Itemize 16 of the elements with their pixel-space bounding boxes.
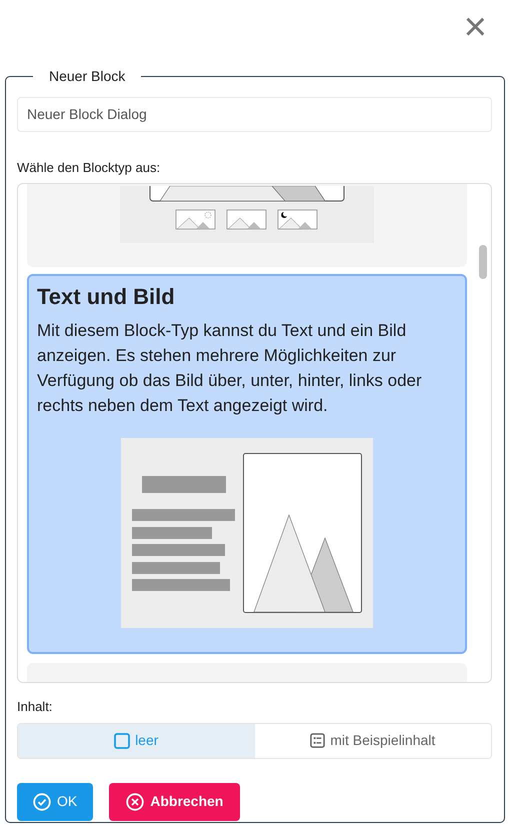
- block-type-card[interactable]: [27, 184, 467, 268]
- list-icon: [310, 733, 326, 748]
- name-field[interactable]: Neuer Block Dialog: [17, 96, 492, 132]
- ok-button[interactable]: OK: [17, 782, 94, 821]
- square-icon: [114, 732, 130, 749]
- block-title: Text und Bild: [37, 284, 176, 310]
- field-label: Wähle den Blocktyp aus:: [17, 158, 162, 177]
- scrollbar-thumb[interactable]: [479, 245, 487, 280]
- check-circle-icon: [33, 792, 51, 811]
- block-type-card[interactable]: Text und Bild Mit diesem Block-Typ kannst du Text und ein Bild anzeigen. Es stehen mehrere Möglichkeiten zur Verfügung ob das Bild über, unter, hinter, links oder rechts neben dem Text angezeigt wird.: [27, 274, 467, 654]
- cancel-button[interactable]: Abbrechen: [109, 782, 240, 821]
- block-description: Mit diesem Block-Typ kannst du Text und ein Bild anzeigen. Es stehen mehrere Möglichkeiten zur Verfügung ob das Bild über, unter, hinter, links oder rechts neben dem Text angezeigt wird.: [37, 320, 423, 418]
- field-label: Inhalt:: [17, 698, 54, 716]
- close-button[interactable]: ×: [460, 7, 491, 47]
- close-circle-icon: [126, 792, 144, 811]
- content-option[interactable]: leer: [18, 724, 254, 758]
